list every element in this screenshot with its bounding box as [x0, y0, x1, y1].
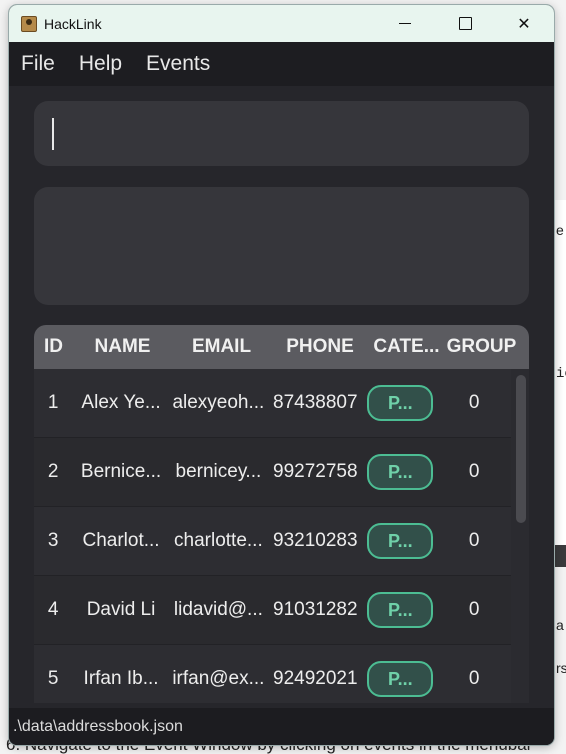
cell-id: 1 — [47, 392, 59, 413]
cell-phone: 92492021 — [273, 668, 358, 689]
minimize-button[interactable] — [382, 5, 428, 42]
background-divider — [553, 545, 566, 567]
cell-category: P... — [363, 523, 437, 559]
close-icon: ✕ — [517, 15, 531, 33]
category-badge: P... — [367, 454, 434, 490]
column-header-id[interactable]: ID — [34, 336, 73, 358]
category-badge: P... — [367, 523, 434, 559]
table-body: 1 Alex Ye... alexyeoh... 87438807 P... 0… — [34, 369, 511, 703]
cell-name: Alex Ye... — [81, 392, 161, 413]
menu-file[interactable]: File — [21, 52, 55, 76]
cell-email: irfan@ex... — [172, 668, 265, 689]
cell-email: charlotte... — [174, 530, 263, 551]
cell-group: 0 — [468, 530, 480, 551]
cell-id: 5 — [47, 668, 59, 689]
category-badge: P... — [367, 661, 434, 697]
command-input[interactable] — [34, 101, 529, 166]
table-row[interactable]: 1 Alex Ye... alexyeoh... 87438807 P... 0 — [34, 369, 511, 438]
app-window: HackLink ✕ File Help Events ID NAME EMAI… — [9, 5, 554, 745]
column-header-name[interactable]: NAME — [73, 336, 172, 358]
status-bar-file-path: .\data\addressbook.json — [9, 708, 554, 745]
column-header-group[interactable]: GROUP — [444, 336, 519, 358]
menu-bar: File Help Events — [9, 42, 554, 86]
column-header-phone[interactable]: PHONE — [271, 336, 369, 358]
maximize-button[interactable] — [442, 5, 488, 42]
table-row[interactable]: 5 Irfan Ib... irfan@ex... 92492021 P... … — [34, 645, 511, 703]
main-content: ID NAME EMAIL PHONE CATE... GROUP 1 Alex… — [9, 86, 554, 703]
cell-id: 4 — [47, 599, 59, 620]
table-header: ID NAME EMAIL PHONE CATE... GROUP — [34, 325, 529, 369]
close-button[interactable]: ✕ — [501, 5, 547, 42]
category-badge: P... — [367, 385, 434, 421]
cell-category: P... — [363, 661, 437, 697]
cell-group: 0 — [468, 461, 480, 482]
cell-email: alexyeoh... — [172, 392, 265, 413]
scrollbar-thumb[interactable] — [516, 375, 526, 523]
category-badge: P... — [367, 592, 434, 628]
cell-phone: 87438807 — [273, 392, 358, 413]
cell-category: P... — [363, 454, 437, 490]
cell-email: lidavid@... — [173, 599, 263, 620]
cell-category: P... — [363, 385, 437, 421]
background-text-fragment: ic — [556, 366, 566, 382]
cell-email: berniceу... — [175, 461, 262, 482]
contacts-table: ID NAME EMAIL PHONE CATE... GROUP 1 Alex… — [34, 325, 529, 703]
background-text-fragment: rs — [556, 660, 566, 676]
cell-name: David Li — [86, 599, 156, 620]
result-display — [34, 187, 529, 305]
cell-name: Charlot... — [82, 530, 160, 551]
background-text-fragment: a — [556, 617, 564, 633]
table-row[interactable]: 4 David Li lidavid@... 91031282 P... 0 — [34, 576, 511, 645]
text-caret — [52, 118, 54, 150]
cell-group: 0 — [468, 599, 480, 620]
cell-phone: 93210283 — [273, 530, 358, 551]
cell-phone: 91031282 — [273, 599, 358, 620]
table-row[interactable]: 3 Charlot... charlotte... 93210283 P... … — [34, 507, 511, 576]
menu-help[interactable]: Help — [79, 52, 122, 76]
cell-group: 0 — [468, 392, 480, 413]
cell-id: 2 — [47, 461, 59, 482]
cell-name: Irfan Ib... — [83, 668, 159, 689]
maximize-icon — [458, 17, 472, 30]
title-bar[interactable]: HackLink ✕ — [9, 5, 554, 42]
background-text-fragment: e — [556, 222, 564, 238]
minimize-icon — [399, 23, 411, 24]
addressbook-app-icon — [21, 15, 37, 32]
cell-group: 0 — [468, 668, 480, 689]
cell-phone: 99272758 — [273, 461, 358, 482]
window-title: HackLink — [44, 15, 102, 32]
cell-name: Bernice... — [80, 461, 162, 482]
column-header-email[interactable]: EMAIL — [172, 336, 271, 358]
column-header-category[interactable]: CATE... — [369, 336, 444, 358]
menu-events[interactable]: Events — [146, 52, 210, 76]
table-row[interactable]: 2 Bernice... berniceу... 99272758 P... 0 — [34, 438, 511, 507]
cell-category: P... — [363, 592, 437, 628]
cell-id: 3 — [47, 530, 59, 551]
